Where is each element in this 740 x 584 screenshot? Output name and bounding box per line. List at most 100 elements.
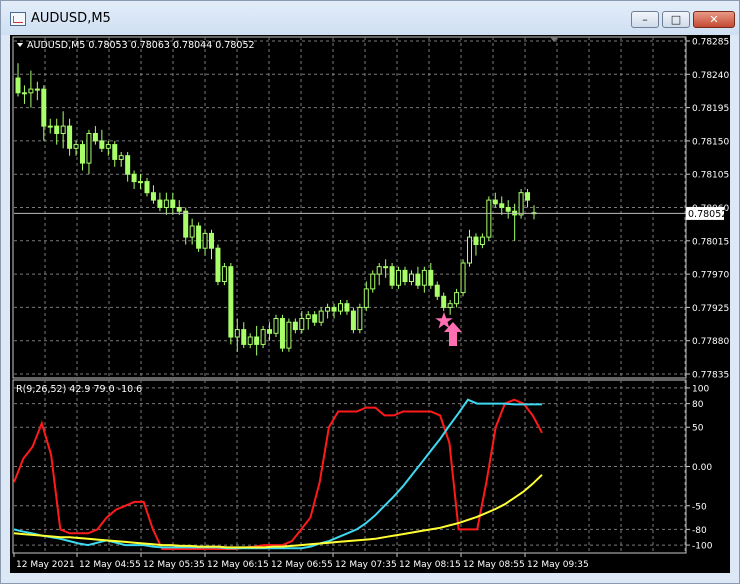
price-tick-label: 0.77925 — [692, 304, 729, 314]
candle-body — [241, 329, 247, 345]
candle-body — [492, 199, 498, 205]
candle-body — [299, 318, 305, 331]
indicator-tick-label: 100 — [692, 384, 709, 394]
candle-body — [260, 329, 266, 345]
candle-body — [209, 232, 214, 249]
candle-body — [279, 318, 285, 349]
price-tick-label: 0.78015 — [692, 237, 729, 247]
candle-body — [73, 144, 79, 149]
candle-body — [286, 321, 292, 349]
candle-body — [67, 125, 73, 149]
chart-window-icon — [10, 12, 26, 26]
candle-body — [454, 292, 460, 305]
chart-menu-icon[interactable] — [17, 43, 23, 47]
price-tick-label: 0.78285 — [692, 38, 729, 48]
candle-body — [325, 306, 331, 312]
indicator-tick-label: -80 — [692, 526, 707, 536]
close-button[interactable]: ✕ — [693, 11, 735, 28]
price-tick-label: 0.78240 — [692, 71, 729, 81]
candle-body — [157, 199, 163, 209]
candle-body — [105, 144, 111, 149]
candle-body — [112, 144, 118, 160]
current-price-label: 0.78052 — [688, 209, 727, 220]
candle-body — [370, 273, 376, 290]
candle-body — [499, 203, 505, 209]
price-tick-label: 0.78195 — [692, 104, 729, 114]
time-tick-label: 12 May 06:55 — [271, 560, 333, 570]
candle-body — [254, 336, 260, 345]
red-line-series — [13, 398, 543, 550]
candle-body — [202, 232, 208, 249]
candle-body — [383, 266, 389, 269]
price-tick-label: 0.77880 — [692, 337, 729, 347]
price-tick-label: 0.78105 — [692, 171, 729, 181]
candle-body — [183, 210, 189, 238]
candle-body — [118, 155, 124, 160]
candle-body — [525, 192, 531, 201]
candle-body — [196, 225, 202, 249]
price-tick-label: 0.77835 — [692, 371, 729, 381]
terminal-chart-window: AUDUSD,M5 – □ ✕ 0.78285 0.78240 0.78195 0.7… — [0, 0, 740, 584]
window-title: AUDUSD,M5 — [31, 11, 111, 26]
candle-body — [176, 207, 182, 212]
candle-body — [415, 273, 421, 286]
maximize-icon: □ — [670, 13, 682, 26]
candle-body — [408, 273, 414, 283]
time-tick-label: 12 May 05:35 — [143, 560, 205, 570]
candle-body — [312, 314, 318, 323]
indicator-lines — [13, 398, 543, 550]
title-bar[interactable]: AUDUSD,M5 – □ ✕ — [1, 1, 739, 35]
candle-body — [189, 225, 195, 238]
price-tick-label: 0.77970 — [692, 271, 729, 281]
candle-body — [215, 247, 221, 282]
candle-body — [460, 262, 466, 294]
candle-body — [350, 310, 356, 331]
yellow-line-series — [13, 474, 543, 549]
indicator-tick-label: 80 — [692, 400, 704, 410]
candle-body — [80, 144, 85, 164]
candle-body — [441, 295, 447, 308]
time-tick-label: 12 May 04:55 — [79, 560, 141, 570]
candle-body — [428, 269, 434, 286]
candle-body — [338, 303, 343, 312]
candle-body — [228, 266, 234, 338]
maximize-button[interactable]: □ — [662, 11, 690, 28]
cyan-line-series — [13, 398, 542, 550]
candle-body — [34, 88, 40, 91]
candle-body — [331, 306, 337, 312]
time-tick-label: 12 May 07:35 — [335, 560, 397, 570]
candle-body — [163, 199, 169, 209]
close-icon: ✕ — [709, 13, 719, 26]
time-tick-label: 12 May 08:55 — [463, 560, 525, 570]
candle-body — [221, 266, 227, 282]
candle-body — [389, 266, 395, 286]
indicator-tick-label: 50 — [692, 424, 704, 434]
candle-body — [60, 125, 66, 134]
candle-body — [434, 284, 440, 297]
indicator-tick-label: -100 — [692, 542, 713, 552]
candle-body — [357, 306, 363, 331]
candle-body — [505, 207, 511, 212]
candle-body — [402, 269, 408, 282]
candle-body — [467, 236, 472, 264]
candle-body — [54, 125, 60, 134]
indicator-header: R(9,26,52) 42.9 79.0 -10.6 — [16, 384, 142, 395]
candle-body — [47, 125, 53, 128]
candle-body — [138, 181, 144, 184]
candle-body — [41, 88, 47, 127]
candle-body — [125, 155, 131, 175]
candle-body — [479, 236, 485, 246]
chart-canvas[interactable]: 0.78285 0.78240 0.78195 0.78150 0.78105 0.780… — [10, 35, 730, 573]
candle-body — [376, 266, 382, 275]
indicator-tick-label: -50 — [692, 502, 707, 512]
minimize-button[interactable]: – — [631, 11, 659, 28]
candle-body — [267, 329, 273, 334]
candle-body — [92, 133, 98, 142]
candle-body — [131, 173, 137, 183]
candle-body — [344, 303, 350, 312]
candle-body — [15, 77, 21, 94]
candle-body — [247, 336, 253, 345]
candle-body — [447, 303, 453, 308]
price-tick-label: 0.78150 — [692, 137, 729, 147]
indicator-axis: 100 80 50 0.00 -50 -80 -100 — [686, 384, 713, 552]
